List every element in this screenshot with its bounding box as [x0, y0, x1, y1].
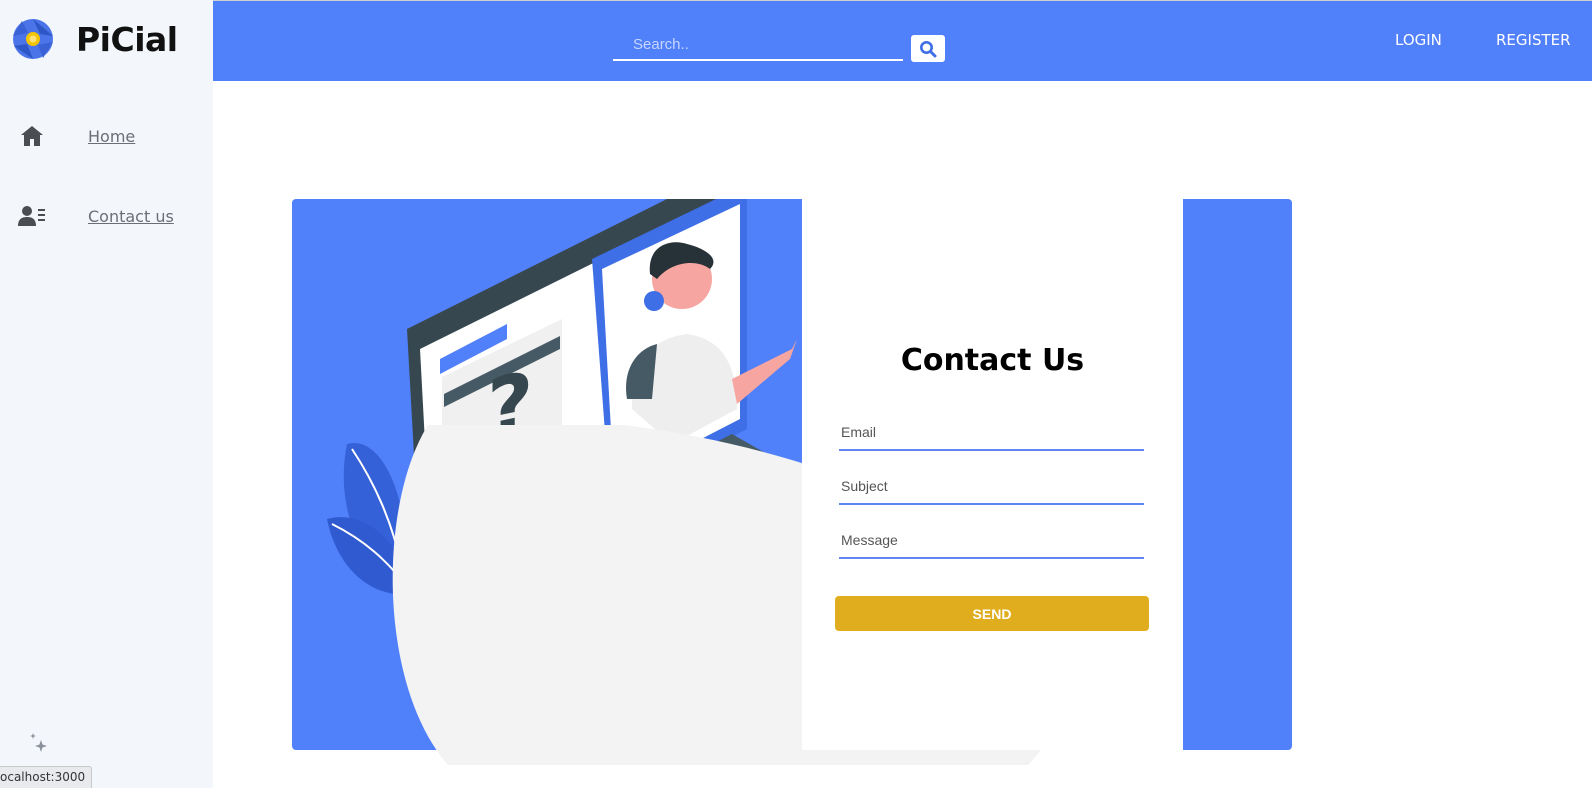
message-field-wrapper — [839, 523, 1144, 559]
sparkle-icon[interactable] — [28, 732, 50, 754]
status-bar-url: ocalhost:3000 — [0, 766, 93, 788]
top-navbar: LOGIN REGISTER — [213, 0, 1592, 81]
sidebar: PiCial Home Contact us — [0, 0, 213, 788]
contact-card-icon — [18, 202, 46, 230]
sidebar-item-contact[interactable]: Contact us — [18, 202, 174, 230]
search-box — [613, 29, 903, 61]
sidebar-item-home[interactable]: Home — [18, 122, 135, 150]
sidebar-item-label[interactable]: Contact us — [88, 207, 174, 226]
email-field[interactable] — [839, 415, 1144, 449]
sidebar-item-label[interactable]: Home — [88, 127, 135, 146]
brand-name: PiCial — [76, 19, 178, 59]
message-field[interactable] — [839, 523, 1144, 557]
contact-form: Contact Us SEND — [802, 199, 1183, 750]
register-link[interactable]: REGISTER — [1496, 31, 1571, 49]
search-input[interactable] — [613, 29, 903, 59]
subject-field[interactable] — [839, 469, 1144, 503]
home-icon — [18, 122, 46, 150]
form-title: Contact Us — [900, 343, 1085, 378]
search-icon — [920, 40, 937, 57]
subject-field-wrapper — [839, 469, 1144, 505]
brand[interactable]: PiCial — [12, 18, 178, 60]
send-button[interactable]: SEND — [835, 596, 1149, 631]
login-link[interactable]: LOGIN — [1395, 31, 1442, 49]
camera-aperture-icon — [13, 19, 53, 59]
search-button[interactable] — [911, 35, 945, 62]
email-field-wrapper — [839, 415, 1144, 451]
